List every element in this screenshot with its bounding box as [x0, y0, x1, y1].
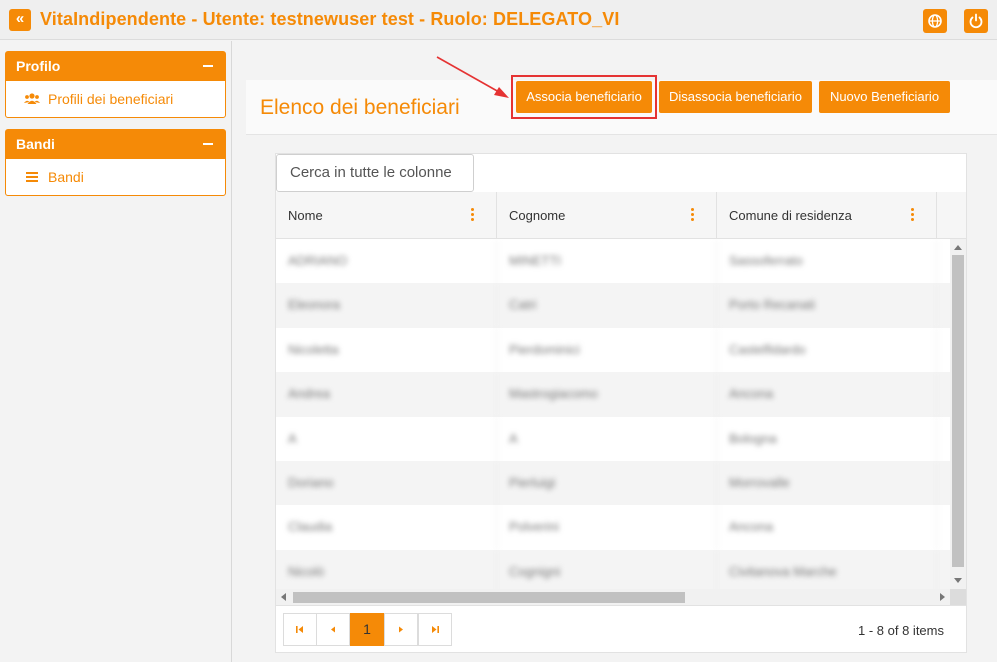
cell-cognome: MINETTI — [497, 239, 717, 283]
cell-cognome: Catri — [497, 283, 717, 328]
sidebar-item-profili-beneficiari[interactable]: Profili dei beneficiari — [6, 81, 225, 117]
globe-icon — [928, 14, 942, 28]
next-page-icon — [399, 626, 403, 633]
prev-page-icon — [331, 626, 335, 633]
column-menu-icon[interactable] — [691, 208, 695, 222]
column-title: Comune di residenza — [729, 208, 852, 223]
column-title: Cognome — [509, 208, 566, 223]
cell-nome: A — [276, 416, 497, 461]
sidebar: Profilo Profili dei beneficiari Bandi Ba… — [0, 41, 232, 662]
beneficiari-grid: Cerca in tutte le colonne Nome Cognome C… — [275, 153, 967, 653]
page-button-1[interactable]: 1 — [350, 613, 384, 646]
horizontal-scrollbar[interactable] — [276, 589, 950, 605]
table-row[interactable]: Nicoletta Pierdominici Castelfidardo — [276, 327, 950, 372]
grid-body: ADRIANO MINETTI Sassoferrato Eleonora Ca… — [276, 239, 950, 589]
last-page-button[interactable] — [418, 613, 452, 646]
pager-info: 1 - 8 of 8 items — [858, 623, 944, 638]
top-bar: « VitaIndipendente - Utente: testnewuser… — [0, 0, 997, 40]
cell-nome: Claudia — [276, 505, 497, 550]
cell-comune: Sassoferrato — [717, 239, 937, 283]
disassocia-beneficiario-button[interactable]: Disassocia beneficiario — [659, 81, 812, 113]
cell-comune: Ancona — [717, 372, 937, 417]
list-icon — [24, 170, 40, 184]
sidebar-item-bandi[interactable]: Bandi — [6, 159, 225, 195]
cell-cognome: A — [497, 416, 717, 461]
scroll-up-icon[interactable] — [954, 245, 962, 250]
column-header-comune[interactable]: Comune di residenza — [717, 192, 937, 239]
page-title: Elenco dei beneficiari — [260, 96, 460, 119]
table-row[interactable]: Doriano Pierluigi Morrovalle — [276, 461, 950, 506]
column-menu-icon[interactable] — [911, 208, 915, 222]
power-icon — [969, 13, 983, 29]
sidebar-item-label: Bandi — [48, 169, 84, 185]
sidebar-panel-bandi: Bandi Bandi — [5, 129, 226, 196]
scroll-thumb[interactable] — [952, 255, 964, 567]
nuovo-beneficiario-button[interactable]: Nuovo Beneficiario — [819, 81, 950, 113]
collapse-icon[interactable] — [203, 143, 213, 145]
panel-title: Bandi — [16, 136, 55, 152]
cell-cognome: Pierluigi — [497, 461, 717, 505]
cell-nome: Eleonora — [276, 283, 497, 328]
language-button[interactable] — [923, 9, 947, 33]
table-row[interactable]: Eleonora Catri Porto Recanati — [276, 283, 950, 328]
table-row[interactable]: ADRIANO MINETTI Sassoferrato — [276, 239, 950, 283]
sidebar-panel-profilo: Profilo Profili dei beneficiari — [5, 51, 226, 118]
table-row[interactable]: Nicolò Cognigni Civitanova Marche — [276, 549, 950, 589]
cell-cognome: Pierdominici — [497, 327, 717, 372]
vertical-scrollbar[interactable] — [950, 239, 966, 589]
scroll-left-icon[interactable] — [281, 593, 286, 601]
cell-comune: Civitanova Marche — [717, 549, 937, 589]
scroll-thumb[interactable] — [293, 592, 685, 603]
search-input[interactable]: Cerca in tutte le colonne — [276, 154, 474, 192]
app-title: VitaIndipendente - Utente: testnewuser t… — [40, 9, 620, 29]
scroll-right-icon[interactable] — [940, 593, 945, 601]
cell-nome: ADRIANO — [276, 239, 497, 283]
logout-button[interactable] — [964, 9, 988, 33]
cell-comune: Castelfidardo — [717, 327, 937, 372]
cell-comune: Porto Recanati — [717, 283, 937, 328]
panel-header-profilo[interactable]: Profilo — [6, 52, 225, 81]
cell-nome: Nicoletta — [276, 327, 497, 372]
grid-header: Nome Cognome Comune di residenza — [276, 192, 966, 239]
cell-cognome: Polverini — [497, 505, 717, 550]
table-row[interactable]: Andrea Mastrogiacomo Ancona — [276, 372, 950, 417]
cell-comune: Ancona — [717, 505, 937, 550]
scroll-down-icon[interactable] — [954, 578, 962, 583]
table-row[interactable]: A A Bologna — [276, 416, 950, 461]
cell-nome: Doriano — [276, 461, 497, 505]
first-page-icon — [296, 625, 303, 633]
column-header-extra — [937, 192, 966, 239]
scroll-corner — [950, 589, 966, 605]
cell-cognome: Cognigni — [497, 549, 717, 589]
cell-comune: Morrovalle — [717, 461, 937, 505]
prev-page-button[interactable] — [316, 613, 350, 646]
last-page-icon — [432, 625, 439, 633]
collapse-sidebar-button[interactable]: « — [9, 9, 31, 31]
annotation-highlight-box — [511, 75, 657, 119]
column-menu-icon[interactable] — [471, 208, 475, 222]
cell-cognome: Mastrogiacomo — [497, 372, 717, 417]
column-header-cognome[interactable]: Cognome — [497, 192, 717, 239]
next-page-button[interactable] — [384, 613, 418, 646]
cell-nome: Nicolò — [276, 549, 497, 589]
users-icon — [24, 92, 40, 106]
cell-comune: Bologna — [717, 416, 937, 461]
column-header-nome[interactable]: Nome — [276, 192, 497, 239]
sidebar-item-label: Profili dei beneficiari — [48, 91, 174, 107]
pager: 1 1 - 8 of 8 items — [276, 605, 966, 652]
table-row[interactable]: Claudia Polverini Ancona — [276, 505, 950, 550]
collapse-icon[interactable] — [203, 65, 213, 67]
panel-header-bandi[interactable]: Bandi — [6, 130, 225, 159]
panel-title: Profilo — [16, 58, 61, 74]
cell-nome: Andrea — [276, 372, 497, 417]
first-page-button[interactable] — [283, 613, 317, 646]
column-title: Nome — [288, 208, 323, 223]
